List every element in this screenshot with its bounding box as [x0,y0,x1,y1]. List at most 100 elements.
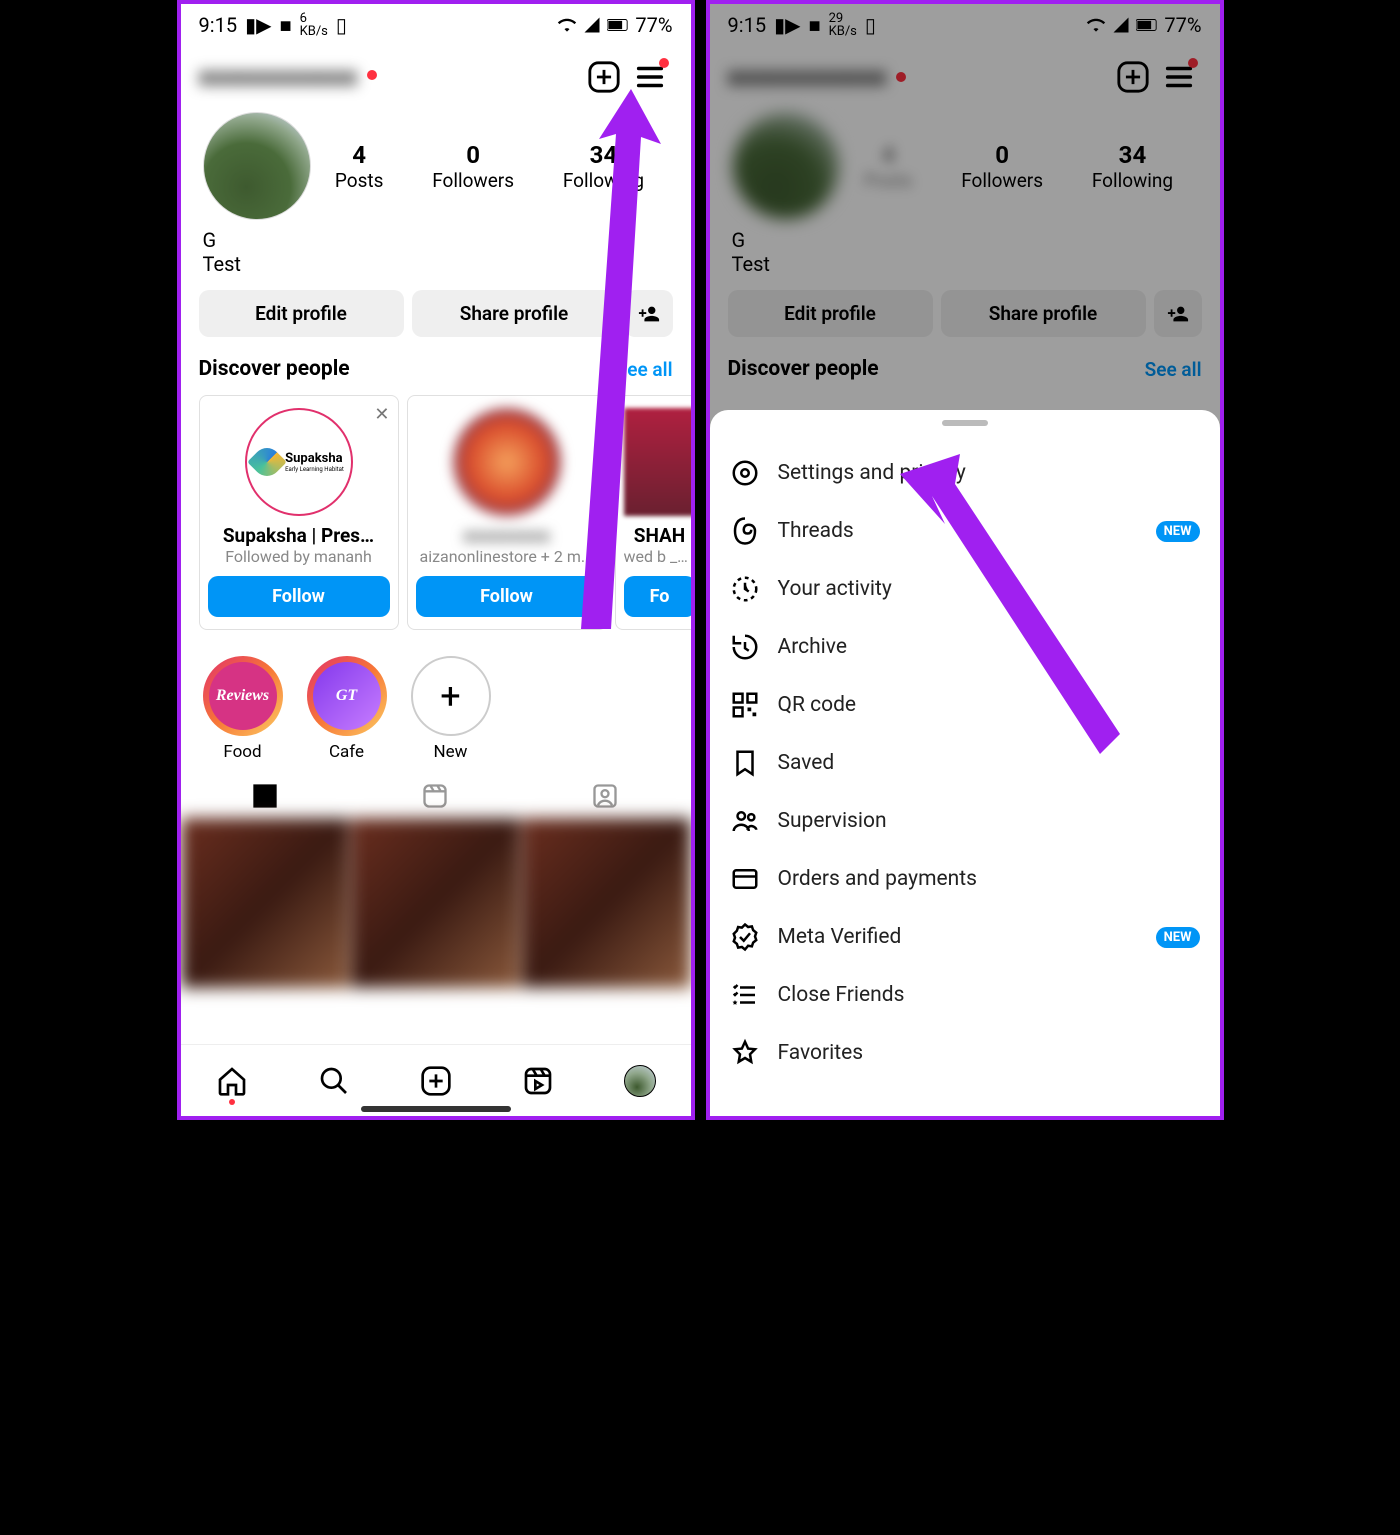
highlight-cafe[interactable]: GT Cafe [307,656,387,762]
reels-tab-icon[interactable] [351,782,519,814]
new-badge: NEW [1156,927,1200,948]
status-icon: ■ [808,13,820,38]
menu-supervision[interactable]: Supervision [710,792,1220,850]
display-name: G [203,228,669,252]
grid-tab-icon[interactable] [181,782,349,814]
threads-icon [730,516,760,546]
menu-qr[interactable]: QR code [710,676,1220,734]
close-friends-icon [730,980,760,1010]
card-sub: aizanonlinestore + 2 m... [416,547,598,566]
bio-text: Test [203,252,669,276]
edit-profile-button: Edit profile [728,290,933,337]
status-icon: ▮▶ [774,13,800,37]
suggestion-card[interactable]: ✕ SupakshaEarly Learning Habitat Supaksh… [199,395,399,630]
profile-avatar[interactable] [203,112,311,220]
share-profile-button: Share profile [941,290,1146,337]
create-nav-icon[interactable] [420,1065,452,1097]
highlight-food[interactable]: Reviews Food [203,656,283,762]
status-time: 9:15 [199,13,238,37]
highlight-new[interactable]: + New [411,656,491,762]
battery-small-icon: ▯ [865,13,876,37]
menu-favorites[interactable]: Favorites [710,1024,1220,1082]
discover-people-button[interactable] [625,290,673,337]
card-icon [730,864,760,894]
star-icon [730,1038,760,1068]
menu-settings[interactable]: Settings and privacy [710,444,1220,502]
status-time: 9:15 [728,13,767,37]
menu-dot [659,58,669,68]
bookmark-icon [730,748,760,778]
reels-nav-icon[interactable] [522,1065,554,1097]
battery-small-icon: ▯ [336,13,347,37]
stat-posts[interactable]: 4 Posts [335,141,384,192]
tagged-tab-icon[interactable] [521,782,689,814]
menu-verified[interactable]: Meta Verified NEW [710,908,1220,966]
gear-icon [730,458,760,488]
profile-avatar [732,112,840,220]
hamburger-menu-button[interactable] [627,54,673,100]
status-bar: 9:15 ▮▶ ■ 6KB/s ▯ 77% [181,4,691,42]
menu-saved[interactable]: Saved [710,734,1220,792]
hamburger-menu-button[interactable] [1156,54,1202,100]
bio-text: Test [732,252,1198,276]
verified-icon [730,922,760,952]
card-name: xxxxxxxxx [416,524,598,547]
follow-button[interactable]: Follow [416,576,598,617]
right-screen: 9:15 ▮▶ ■ 29KB/s ▯ 77% xxxxxxxxxxxx 4Pos… [706,0,1224,1120]
see-all-link: See all [1145,358,1202,381]
search-icon[interactable] [318,1065,350,1097]
create-button[interactable] [1110,54,1156,100]
status-icon: ▮▶ [245,13,271,37]
card-name: SHAH [624,524,691,547]
archive-icon [730,632,760,662]
card-sub: Followed by mananh [208,547,390,566]
suggestion-card[interactable]: SHAH wed b _by_naj Fo [615,395,691,630]
stat-followers[interactable]: 0 Followers [432,141,514,192]
discover-title: Discover people [199,357,350,381]
card-sub: wed b _by_naj [624,547,691,566]
follow-button[interactable]: Follow [208,576,390,617]
new-badge: NEW [1156,521,1200,542]
wifi-icon [1086,15,1106,35]
notification-dot [367,70,377,80]
battery-icon [607,18,629,32]
settings-bottom-sheet: Settings and privacy Threads NEW Your ac… [710,410,1220,1116]
supervision-icon [730,806,760,836]
signal-icon [1112,16,1130,34]
display-name: G [732,228,1198,252]
qr-icon [730,690,760,720]
gesture-bar [361,1106,511,1112]
post-grid [181,818,691,988]
discover-title: Discover people [728,357,879,381]
menu-close-friends[interactable]: Close Friends [710,966,1220,1024]
stat-following[interactable]: 34 Following [563,141,644,192]
edit-profile-button[interactable]: Edit profile [199,290,404,337]
home-icon[interactable] [216,1065,248,1097]
battery-icon [1136,18,1158,32]
status-icon: ■ [279,13,291,38]
signal-icon [583,16,601,34]
see-all-link[interactable]: See all [616,358,673,381]
profile-header: xxxxxxxxxxxx [181,42,691,112]
share-profile-button[interactable]: Share profile [412,290,617,337]
username: xxxxxxxxxxxx [728,62,887,92]
dismiss-card-icon[interactable]: ✕ [374,404,389,425]
wifi-icon [557,15,577,35]
left-screen: 9:15 ▮▶ ■ 6KB/s ▯ 77% xxxxxxxxxxxx 4 [177,0,695,1120]
discover-people-button [1154,290,1202,337]
username[interactable]: xxxxxxxxxxxx [199,62,358,92]
create-button[interactable] [581,54,627,100]
battery-percent: 77% [1164,13,1201,37]
profile-nav-icon[interactable] [624,1065,656,1097]
menu-orders[interactable]: Orders and payments [710,850,1220,908]
activity-icon [730,574,760,604]
menu-archive[interactable]: Archive [710,618,1220,676]
menu-threads[interactable]: Threads NEW [710,502,1220,560]
follow-button[interactable]: Fo [624,576,691,617]
menu-activity[interactable]: Your activity [710,560,1220,618]
card-name: Supaksha | Pres… [208,524,390,547]
battery-percent: 77% [635,13,672,37]
sheet-handle[interactable] [942,420,988,426]
notification-dot [896,72,906,82]
suggestion-card[interactable]: xxxxxxxxx aizanonlinestore + 2 m... Foll… [407,395,607,630]
